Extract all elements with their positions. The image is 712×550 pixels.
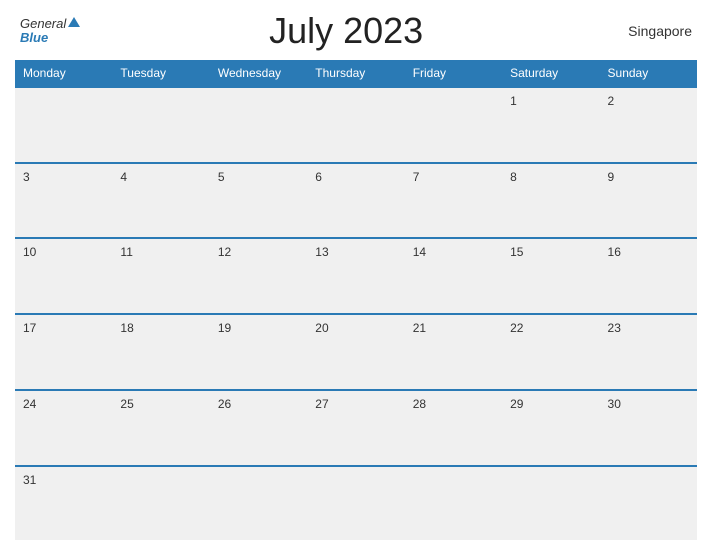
day-number: 13 <box>315 245 328 259</box>
calendar-day-cell: 27 <box>307 390 404 466</box>
calendar-day-cell: 17 <box>15 314 112 390</box>
day-number: 10 <box>23 245 36 259</box>
day-number: 27 <box>315 397 328 411</box>
calendar-day-cell: 6 <box>307 163 404 239</box>
calendar-day-cell <box>307 87 404 163</box>
day-number: 7 <box>413 170 420 184</box>
calendar-day-cell <box>502 466 599 540</box>
calendar-week-row: 10 11 12 13 14 15 16 <box>15 238 697 314</box>
calendar-day-cell: 31 <box>15 466 112 540</box>
day-number: 29 <box>510 397 523 411</box>
calendar-day-cell: 19 <box>210 314 307 390</box>
logo-triangle-icon <box>68 17 80 27</box>
day-number: 28 <box>413 397 426 411</box>
day-number: 11 <box>120 245 132 259</box>
calendar-day-cell: 30 <box>600 390 697 466</box>
calendar-day-cell <box>210 466 307 540</box>
day-number: 21 <box>413 321 426 335</box>
calendar-day-cell: 24 <box>15 390 112 466</box>
day-number: 14 <box>413 245 426 259</box>
calendar-day-cell: 18 <box>112 314 209 390</box>
calendar-day-cell: 15 <box>502 238 599 314</box>
calendar-day-cell <box>210 87 307 163</box>
day-number: 23 <box>608 321 621 335</box>
calendar-day-cell: 4 <box>112 163 209 239</box>
day-number: 12 <box>218 245 231 259</box>
day-number: 25 <box>120 397 133 411</box>
calendar-day-cell <box>307 466 404 540</box>
calendar-day-cell: 1 <box>502 87 599 163</box>
calendar-header-row: Monday Tuesday Wednesday Thursday Friday… <box>15 60 697 87</box>
day-number: 18 <box>120 321 133 335</box>
calendar-week-row: 12 <box>15 87 697 163</box>
month-title: July 2023 <box>80 10 612 52</box>
calendar-day-cell <box>405 87 502 163</box>
day-number: 3 <box>23 170 30 184</box>
calendar-day-cell: 8 <box>502 163 599 239</box>
calendar-day-cell: 2 <box>600 87 697 163</box>
calendar-day-cell <box>112 87 209 163</box>
logo: General Blue <box>20 17 80 46</box>
day-number: 30 <box>608 397 621 411</box>
day-number: 9 <box>608 170 615 184</box>
col-monday: Monday <box>15 60 112 87</box>
calendar-day-cell: 5 <box>210 163 307 239</box>
calendar-week-row: 31 <box>15 466 697 540</box>
day-number: 5 <box>218 170 225 184</box>
day-number: 1 <box>510 94 517 108</box>
day-number: 8 <box>510 170 517 184</box>
day-number: 6 <box>315 170 322 184</box>
calendar-day-cell: 3 <box>15 163 112 239</box>
calendar-day-cell <box>112 466 209 540</box>
calendar-table: Monday Tuesday Wednesday Thursday Friday… <box>15 60 697 540</box>
calendar-day-cell: 16 <box>600 238 697 314</box>
day-number: 16 <box>608 245 621 259</box>
calendar-day-cell: 14 <box>405 238 502 314</box>
col-wednesday: Wednesday <box>210 60 307 87</box>
day-number: 17 <box>23 321 36 335</box>
col-tuesday: Tuesday <box>112 60 209 87</box>
day-number: 31 <box>23 473 36 487</box>
logo-blue-text: Blue <box>20 31 48 45</box>
calendar-day-cell: 20 <box>307 314 404 390</box>
col-saturday: Saturday <box>502 60 599 87</box>
calendar-header: General Blue July 2023 Singapore <box>15 10 697 52</box>
calendar-day-cell: 7 <box>405 163 502 239</box>
calendar-day-cell: 26 <box>210 390 307 466</box>
calendar-day-cell: 12 <box>210 238 307 314</box>
day-number: 24 <box>23 397 36 411</box>
calendar-day-cell: 25 <box>112 390 209 466</box>
calendar-week-row: 17 18 19 20 21 22 23 <box>15 314 697 390</box>
col-friday: Friday <box>405 60 502 87</box>
calendar-day-cell: 23 <box>600 314 697 390</box>
day-number: 26 <box>218 397 231 411</box>
day-number: 22 <box>510 321 523 335</box>
logo-general-text: General <box>20 17 66 31</box>
calendar-day-cell <box>405 466 502 540</box>
calendar-week-row: 3 4 5 6 7 8 9 <box>15 163 697 239</box>
day-number: 2 <box>608 94 615 108</box>
calendar-day-cell: 10 <box>15 238 112 314</box>
col-sunday: Sunday <box>600 60 697 87</box>
day-number: 15 <box>510 245 523 259</box>
calendar-day-cell: 22 <box>502 314 599 390</box>
calendar-day-cell <box>600 466 697 540</box>
col-thursday: Thursday <box>307 60 404 87</box>
location-label: Singapore <box>612 23 692 39</box>
day-number: 19 <box>218 321 231 335</box>
day-number: 20 <box>315 321 328 335</box>
calendar-day-cell <box>15 87 112 163</box>
calendar-week-row: 24 25 26 27 28 29 30 <box>15 390 697 466</box>
calendar-day-cell: 29 <box>502 390 599 466</box>
calendar-day-cell: 28 <box>405 390 502 466</box>
calendar-day-cell: 9 <box>600 163 697 239</box>
calendar-day-cell: 11 <box>112 238 209 314</box>
calendar-container: General Blue July 2023 Singapore Monday … <box>0 0 712 550</box>
day-number: 4 <box>120 170 127 184</box>
calendar-day-cell: 13 <box>307 238 404 314</box>
calendar-day-cell: 21 <box>405 314 502 390</box>
